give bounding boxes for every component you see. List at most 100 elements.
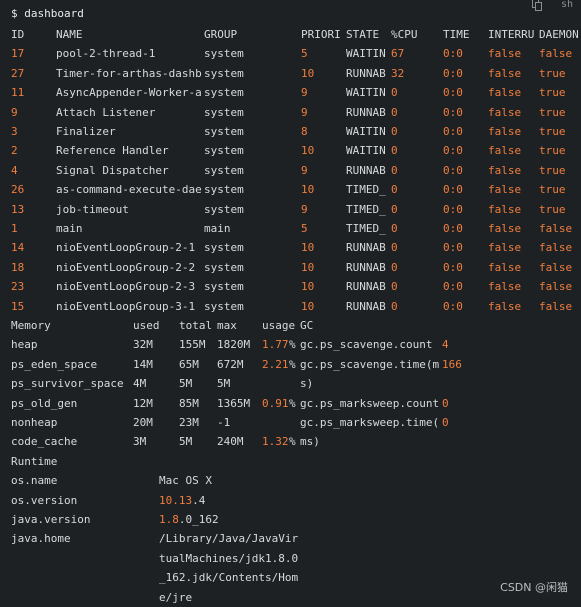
runtime-row: e/jre	[0, 588, 581, 607]
thread-name: Finalizer	[56, 125, 116, 138]
thread-priority: 10	[301, 260, 315, 274]
thread-name: Reference Handler	[56, 144, 169, 158]
thread-id: 1	[11, 222, 18, 235]
thread-row: 15 nioEventLoopGroup-3-1 system 10 RUNNAB 0 0:…	[0, 297, 581, 316]
memory-usage: 1.77	[262, 338, 289, 352]
thread-cpu: 0	[391, 241, 398, 255]
thread-state: RUNNAB	[346, 66, 386, 80]
col-header-name: NAME	[56, 28, 83, 41]
thread-priority: 10	[301, 280, 315, 294]
thread-name: nioEventLoopGroup-3-1	[56, 299, 196, 313]
thread-state: TIMED_	[346, 183, 386, 197]
thread-daemon: false	[539, 299, 573, 313]
thread-state: WAITIN	[346, 125, 386, 138]
thread-id: 18	[11, 260, 25, 274]
runtime-row: _162.jdk/Contents/Hom	[0, 568, 581, 587]
gc-metric-value: 0	[442, 416, 449, 429]
gc-metric-value: 166	[442, 357, 462, 371]
thread-table-header: ID NAME GROUP PRIORI STATE %CPU TIME INTERRU DAE…	[0, 25, 581, 44]
runtime-row: java.home/Library/Java/JavaVir	[0, 529, 581, 548]
memory-usage: 0.91	[262, 396, 289, 410]
thread-state: WAITIN	[346, 47, 386, 61]
gc-metric-value: 0	[442, 396, 449, 410]
runtime-value-suffix: .0_162	[178, 513, 219, 526]
thread-time: 0:0	[443, 66, 463, 80]
thread-priority: 10	[301, 183, 315, 197]
thread-cpu: 0	[391, 144, 398, 158]
memory-used: 14M	[133, 357, 153, 371]
thread-id: 15	[11, 299, 25, 313]
thread-state: RUNNAB	[346, 163, 386, 177]
thread-cpu: 0	[391, 202, 398, 216]
thread-row: 13 job-timeout system 9 TIMED_ 0 0:0 false true	[0, 200, 581, 219]
memory-usage: 2.21	[262, 357, 289, 371]
gc-metric-name: ms)	[300, 435, 320, 449]
thread-priority: 10	[301, 144, 315, 158]
memory-table-header: Memory used total max usage GC	[0, 316, 581, 335]
memory-header-usage: usage	[262, 319, 296, 332]
copy-icon[interactable]	[532, 0, 542, 11]
thread-group: system	[204, 105, 244, 119]
thread-row: 23 nioEventLoopGroup-2-3 system 10 RUNNAB 0 0:…	[0, 277, 581, 296]
shell-label: sh	[561, 0, 574, 10]
memory-max: 1365M	[217, 396, 251, 410]
runtime-row: os.version 10.13.4	[0, 491, 581, 510]
thread-name: job-timeout	[56, 202, 129, 216]
thread-state: RUNNAB	[346, 105, 386, 119]
thread-group: system	[204, 260, 244, 274]
thread-daemon: true	[539, 183, 566, 197]
memory-header-used: used	[133, 319, 160, 332]
thread-name: Attach Listener	[56, 105, 156, 119]
memory-usage: 1.32	[262, 435, 289, 449]
memory-used: 12M	[133, 396, 153, 410]
runtime-value: e/jre	[159, 590, 193, 604]
col-header-cpu: %CPU	[391, 28, 418, 41]
col-header-interrupted: INTERRU	[488, 28, 535, 41]
thread-id: 14	[11, 241, 25, 255]
runtime-value: _162.jdk/Contents/Hom	[159, 571, 299, 585]
memory-total: 155M	[179, 338, 206, 352]
runtime-value: tualMachines/jdk1.8.0	[159, 551, 299, 565]
thread-time: 0:0	[443, 163, 463, 177]
thread-group: system	[204, 202, 244, 216]
thread-name: pool-2-thread-1	[56, 47, 156, 61]
thread-id: 27	[11, 66, 25, 80]
thread-row: 9 Attach Listener system 9 RUNNAB 0 0:0 false tr…	[0, 103, 581, 122]
thread-priority: 9	[301, 163, 308, 177]
thread-time: 0:0	[443, 105, 463, 119]
thread-state: WAITIN	[346, 144, 386, 158]
thread-row: 26 as-command-execute-dae system 10 TIMED_ 0 0…	[0, 180, 581, 199]
thread-daemon: false	[539, 222, 573, 235]
thread-priority: 10	[301, 66, 315, 80]
thread-daemon: false	[539, 47, 573, 61]
thread-daemon: true	[539, 144, 566, 158]
thread-group: system	[204, 280, 244, 294]
memory-used: 32M	[133, 338, 153, 352]
thread-priority: 10	[301, 241, 315, 255]
memory-used: 4M	[133, 377, 147, 391]
memory-header-max: max	[217, 319, 237, 332]
memory-name: heap	[11, 338, 38, 352]
thread-name: AsyncAppender-Worker-a	[56, 86, 202, 100]
thread-cpu: 0	[391, 86, 398, 100]
thread-group: system	[204, 47, 244, 61]
memory-used: 20M	[133, 416, 153, 429]
runtime-key: java.home	[11, 532, 71, 546]
thread-priority: 5	[301, 222, 308, 235]
thread-row: 11 AsyncAppender-Worker-a system 9 WAITIN 0 0:…	[0, 83, 581, 102]
thread-id: 4	[11, 163, 18, 177]
gc-metric-name: gc.ps_marksweep.count	[300, 396, 440, 410]
col-header-group: GROUP	[204, 28, 238, 41]
thread-state: WAITIN	[346, 86, 386, 100]
thread-row: 17 pool-2-thread-1 system 5 WAITIN 67 0:0 false…	[0, 44, 581, 63]
thread-name: nioEventLoopGroup-2-2	[56, 260, 196, 274]
thread-row: 27 Timer-for-arthas-dashb system 10 RUNNAB 32…	[0, 64, 581, 83]
memory-row: ps_old_gen 12M 85M 1365M 0.91% gc.ps_markswee…	[0, 394, 581, 413]
thread-row: 3 Finalizer system 8 WAITIN 0 0:0 false true	[0, 122, 581, 141]
thread-state: TIMED_	[346, 222, 386, 235]
thread-name: Signal Dispatcher	[56, 163, 169, 177]
thread-interrupted: false	[488, 280, 522, 294]
memory-row: code_cache 3M 5M 240M 1.32% ms)	[0, 432, 581, 451]
thread-time: 0:0	[443, 202, 463, 216]
thread-id: 11	[11, 86, 25, 100]
